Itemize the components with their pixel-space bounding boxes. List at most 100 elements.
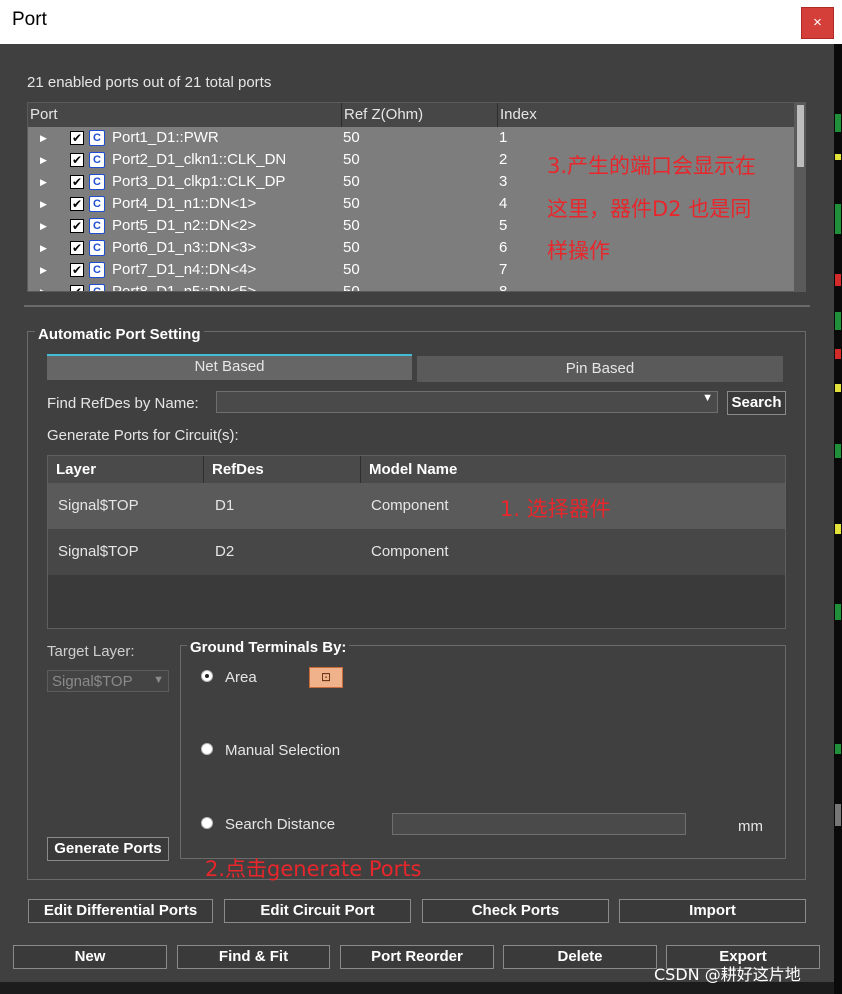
window-titlebar: Port ×	[0, 0, 842, 44]
port-name: Port6_D1_n3::DN<3>	[112, 239, 257, 256]
dropdown-caret-icon: ▼	[702, 392, 713, 404]
delete-button[interactable]: Delete	[503, 945, 657, 969]
port-ref-z: 50	[343, 151, 360, 168]
expand-arrow-icon[interactable]: ▶	[40, 193, 47, 215]
annotation-port-note-1: 3.产生的端口会显示在	[547, 154, 757, 178]
circuit-row[interactable]: Signal$TOP D1 Component	[48, 483, 785, 529]
port-index: 5	[499, 217, 508, 234]
expand-arrow-icon[interactable]: ▶	[40, 149, 47, 171]
port-c-icon: C	[89, 130, 105, 146]
port-c-icon: C	[89, 196, 105, 212]
find-and-fit-button[interactable]: Find & Fit	[177, 945, 330, 969]
port-row[interactable]: ▶ ✔ C Port6_D1_n3::DN<3> 50 6	[28, 237, 794, 259]
circuit-model-name: Component	[371, 497, 449, 514]
port-tree-scrollbar[interactable]	[794, 103, 805, 291]
expand-arrow-icon[interactable]: ▶	[40, 171, 47, 193]
port-row[interactable]: ▶ ✔ C Port1_D1::PWR 50 1	[28, 127, 794, 149]
check-ports-button[interactable]: Check Ports	[422, 899, 609, 923]
expand-arrow-icon[interactable]: ▶	[40, 215, 47, 237]
port-row[interactable]: ▶ ✔ C Port8_D1_n5::DN<5> 50 8	[28, 281, 794, 292]
column-header-index[interactable]: Index	[498, 103, 794, 127]
port-enabled-checkbox[interactable]: ✔	[70, 263, 84, 277]
circuit-layer: Signal$TOP	[58, 497, 139, 514]
port-enabled-checkbox[interactable]: ✔	[70, 197, 84, 211]
port-enabled-checkbox[interactable]: ✔	[70, 219, 84, 233]
ground-terminals-title: Ground Terminals By:	[187, 639, 350, 656]
port-index: 1	[499, 129, 508, 146]
circuit-table-header: Layer RefDes Model Name	[48, 456, 785, 483]
annotation-port-note-3: 样操作	[547, 239, 610, 263]
search-button[interactable]: Search	[727, 391, 786, 415]
circuit-table[interactable]: Layer RefDes Model Name Signal$TOP D1 Comp…	[47, 455, 786, 629]
find-refdes-label: Find RefDes by Name:	[47, 395, 199, 412]
auto-port-setting-title: Automatic Port Setting	[35, 326, 204, 343]
tab-pin-based[interactable]: Pin Based	[417, 356, 783, 382]
port-tree-header: Port Ref Z(Ohm) Index	[28, 103, 794, 127]
port-enabled-checkbox[interactable]: ✔	[70, 285, 84, 291]
port-name: Port7_D1_n4::DN<4>	[112, 261, 257, 278]
find-refdes-combo[interactable]: ▼	[216, 391, 718, 413]
port-ref-z: 50	[343, 261, 360, 278]
column-header-refdes[interactable]: RefDes	[204, 456, 361, 483]
circuit-row[interactable]: Signal$TOP D2 Component	[48, 529, 785, 575]
port-c-icon: C	[89, 284, 105, 291]
edit-circuit-port-button[interactable]: Edit Circuit Port	[224, 899, 411, 923]
port-ref-z: 50	[343, 283, 360, 292]
port-name: Port1_D1::PWR	[112, 129, 219, 146]
port-enabled-checkbox[interactable]: ✔	[70, 131, 84, 145]
scrollbar-thumb[interactable]	[797, 105, 804, 167]
port-c-icon: C	[89, 262, 105, 278]
annotation-port-note-2: 这里，器件D2 也是同	[547, 197, 752, 221]
column-header-model-name[interactable]: Model Name	[361, 456, 785, 483]
radio-search-distance-label: Search Distance	[225, 816, 336, 833]
close-button[interactable]: ×	[801, 7, 834, 39]
port-index: 2	[499, 151, 508, 168]
port-ref-z: 50	[343, 129, 360, 146]
distance-unit-label: mm	[738, 818, 763, 835]
annotation-click-generate: 2.点击generate Ports	[205, 857, 422, 881]
port-reorder-button[interactable]: Port Reorder	[340, 945, 494, 969]
circuit-model-name: Component	[371, 543, 449, 560]
port-name: Port8_D1_n5::DN<5>	[112, 283, 257, 292]
column-header-ref-z[interactable]: Ref Z(Ohm)	[342, 103, 498, 127]
generate-ports-button[interactable]: Generate Ports	[47, 837, 169, 861]
new-button[interactable]: New	[13, 945, 167, 969]
port-enabled-checkbox[interactable]: ✔	[70, 175, 84, 189]
column-header-port[interactable]: Port	[28, 103, 342, 127]
section-divider	[24, 305, 810, 307]
radio-manual-selection[interactable]	[201, 743, 213, 755]
port-index: 8	[499, 283, 508, 292]
background-pcb-strip	[834, 44, 842, 994]
expand-arrow-icon[interactable]: ▶	[40, 281, 47, 291]
target-layer-value: Signal$TOP	[52, 673, 133, 690]
rectangle-select-icon[interactable]: ⊡	[309, 667, 343, 688]
port-ref-z: 50	[343, 173, 360, 190]
dropdown-caret-icon: ▼	[153, 674, 164, 686]
column-header-layer[interactable]: Layer	[48, 456, 204, 483]
port-index: 3	[499, 173, 508, 190]
edit-differential-ports-button[interactable]: Edit Differential Ports	[28, 899, 213, 923]
port-c-icon: C	[89, 240, 105, 256]
expand-arrow-icon[interactable]: ▶	[40, 259, 47, 281]
radio-search-distance[interactable]	[201, 817, 213, 829]
port-enabled-checkbox[interactable]: ✔	[70, 241, 84, 255]
port-index: 4	[499, 195, 508, 212]
target-layer-combo: Signal$TOP ▼	[47, 670, 169, 692]
expand-arrow-icon[interactable]: ▶	[40, 127, 47, 149]
window-title: Port	[12, 9, 47, 30]
port-ref-z: 50	[343, 195, 360, 212]
port-row[interactable]: ▶ ✔ C Port7_D1_n4::DN<4> 50 7	[28, 259, 794, 281]
import-button[interactable]: Import	[619, 899, 806, 923]
port-ref-z: 50	[343, 217, 360, 234]
radio-area[interactable]	[201, 670, 213, 682]
search-distance-input[interactable]	[392, 813, 686, 835]
port-index: 6	[499, 239, 508, 256]
port-c-icon: C	[89, 218, 105, 234]
circuit-refdes: D1	[215, 497, 235, 514]
expand-arrow-icon[interactable]: ▶	[40, 237, 47, 259]
port-c-icon: C	[89, 152, 105, 168]
enabled-ports-summary: 21 enabled ports out of 21 total ports	[27, 74, 272, 91]
port-enabled-checkbox[interactable]: ✔	[70, 153, 84, 167]
port-index: 7	[499, 261, 508, 278]
tab-net-based[interactable]: Net Based	[47, 354, 412, 380]
